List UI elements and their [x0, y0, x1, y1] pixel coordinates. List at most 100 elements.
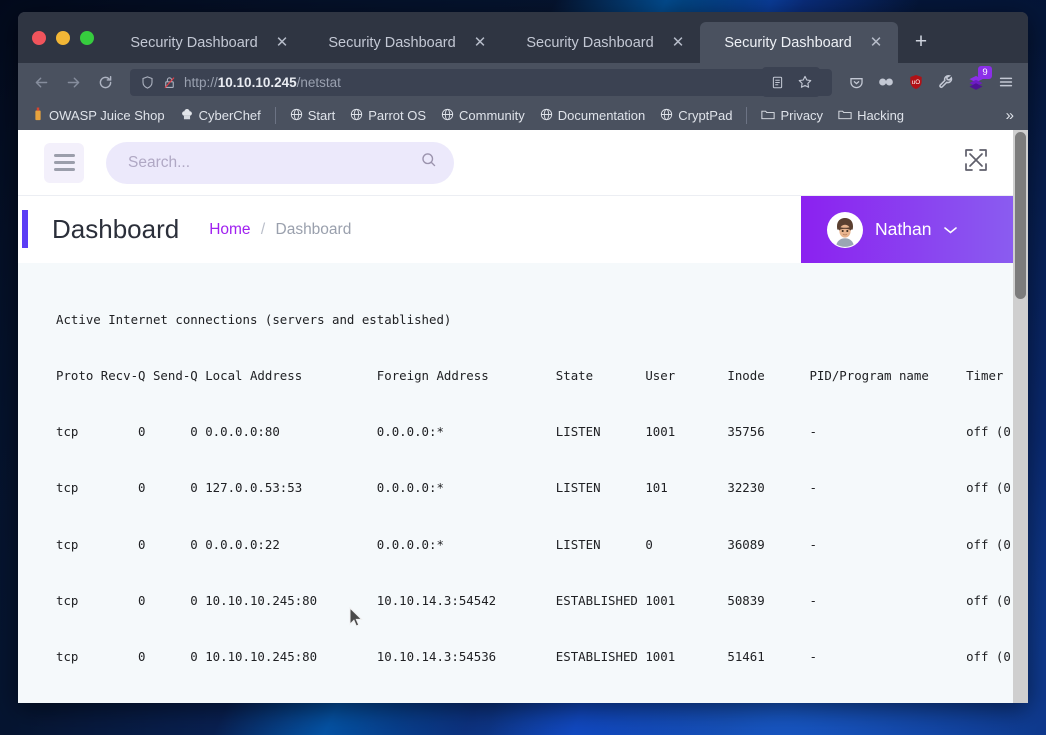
url-path: /netstat [296, 74, 341, 90]
tab-title: Security Dashboard [130, 34, 258, 51]
globe-icon [441, 108, 454, 124]
browser-window: Security Dashboard ✕ Security Dashboard … [18, 12, 1028, 703]
url-text: http://10.10.10.245/netstat [184, 75, 755, 90]
hamburger-menu-icon[interactable] [44, 142, 84, 183]
maximize-window-button[interactable] [80, 30, 94, 45]
scrollbar-thumb[interactable] [1015, 132, 1026, 299]
bookmark-cryptpad[interactable]: CryptPad [654, 105, 738, 127]
search-icon[interactable] [420, 151, 438, 174]
globe-icon [290, 108, 303, 124]
crossed-out-lock-icon[interactable] [162, 75, 177, 90]
user-menu[interactable]: Nathan [801, 196, 1013, 263]
infinity-icon[interactable] [872, 68, 900, 96]
reader-bookmark-group [762, 67, 820, 97]
new-tab-button[interactable]: + [906, 27, 936, 57]
bookmarks-overflow-icon[interactable]: » [1000, 107, 1020, 124]
bookmarks-bar: OWASP Juice Shop CyberChef Start Parrot … [18, 101, 1028, 130]
bookmark-owasp-juice-shop[interactable]: OWASP Juice Shop [26, 104, 171, 127]
bookmark-star-icon[interactable] [791, 68, 819, 96]
bookmark-label: Privacy [780, 108, 824, 123]
breadcrumb-left: Dashboard Home / Dashboard [18, 196, 801, 263]
tab-close-icon[interactable]: ✕ [272, 33, 292, 53]
browser-toolbar-icons: uO 9 [842, 66, 1020, 96]
tab-title: Security Dashboard [328, 34, 456, 51]
chevron-down-icon[interactable] [943, 222, 958, 238]
bookmark-start[interactable]: Start [284, 105, 341, 127]
ublock-origin-icon[interactable]: uO [902, 68, 930, 96]
pocket-icon[interactable] [842, 68, 870, 96]
extension-icon[interactable]: 9 [962, 66, 992, 96]
netstat-row: tcp 0 0 10.10.10.245:80 10.10.14.3:54542… [56, 592, 1013, 608]
tab-title: Security Dashboard [724, 34, 852, 51]
bookmark-folder-privacy[interactable]: Privacy [755, 105, 829, 127]
bookmark-folder-hacking[interactable]: Hacking [832, 105, 910, 127]
vertical-scrollbar[interactable] [1013, 130, 1028, 703]
close-window-button[interactable] [32, 30, 46, 45]
folder-icon [838, 108, 852, 124]
forward-arrow-icon[interactable] [58, 67, 88, 97]
user-name: Nathan [875, 219, 932, 239]
bookmark-label: CyberChef [198, 108, 261, 123]
globe-icon [350, 108, 363, 124]
browser-tab-1[interactable]: Security Dashboard ✕ [106, 22, 304, 63]
tab-close-icon[interactable]: ✕ [668, 33, 688, 53]
netstat-row: tcp 0 0 0.0.0.0:80 0.0.0.0:* LISTEN 1001… [56, 424, 1013, 439]
page-viewport: Search... Dashboard Home / Dashboard Nat… [18, 130, 1028, 703]
reader-mode-icon[interactable] [763, 68, 791, 96]
bookmark-label: CryptPad [678, 108, 733, 123]
bookmark-label: Hacking [857, 108, 905, 123]
bookmark-label: Parrot OS [368, 108, 427, 123]
svg-text:uO: uO [912, 79, 921, 86]
browser-tab-2[interactable]: Security Dashboard ✕ [304, 22, 502, 63]
netstat-row: tcp 0 0 127.0.0.53:53 0.0.0.0:* LISTEN 1… [56, 480, 1013, 496]
back-arrow-icon[interactable] [26, 67, 56, 97]
netstat-header-row: Proto Recv-Q Send-Q Local Address Foreig… [56, 367, 1004, 383]
navigation-toolbar: http://10.10.10.245/netstat uO 9 [18, 63, 1028, 101]
juice-icon [32, 107, 44, 124]
breadcrumb-bar: Dashboard Home / Dashboard Nathan [18, 196, 1013, 263]
accent-strip [22, 210, 28, 248]
bookmark-label: OWASP Juice Shop [49, 108, 165, 123]
tab-close-icon[interactable]: ✕ [470, 33, 490, 53]
extension-badge-count: 9 [978, 66, 992, 79]
browser-tab-4-active[interactable]: Security Dashboard ✕ [700, 22, 898, 63]
breadcrumb: Home / Dashboard [209, 221, 351, 239]
minimize-window-button[interactable] [56, 30, 70, 45]
bookmark-label: Start [307, 108, 336, 123]
wrench-icon[interactable] [932, 68, 960, 96]
app-top-bar: Search... [18, 130, 1013, 195]
shield-icon[interactable] [140, 75, 155, 90]
browser-tab-3[interactable]: Security Dashboard ✕ [502, 22, 700, 63]
fullscreen-expand-icon[interactable] [963, 147, 989, 178]
url-host: 10.10.10.245 [217, 74, 297, 90]
folder-icon [761, 108, 776, 124]
tab-close-icon[interactable]: ✕ [866, 33, 886, 53]
globe-icon [540, 108, 553, 124]
bookmark-documentation[interactable]: Documentation [534, 105, 651, 127]
bookmark-community[interactable]: Community [435, 105, 531, 127]
search-input[interactable]: Search... [106, 141, 454, 184]
avatar [827, 211, 863, 248]
url-scheme: http:// [184, 74, 218, 90]
app-menu-icon[interactable] [992, 68, 1020, 96]
netstat-line: Active Internet connections (servers and… [56, 311, 452, 327]
tab-list: Security Dashboard ✕ Security Dashboard … [106, 12, 936, 63]
bookmark-label: Documentation [557, 108, 646, 123]
search-placeholder: Search... [128, 153, 191, 171]
bookmark-cyberchef[interactable]: CyberChef [174, 104, 267, 127]
dashboard-page: Search... Dashboard Home / Dashboard Nat… [18, 130, 1013, 703]
bookmark-separator [746, 107, 748, 124]
tab-strip: Security Dashboard ✕ Security Dashboard … [18, 12, 1028, 63]
bookmark-parrot-os[interactable]: Parrot OS [344, 105, 432, 127]
netstat-output: Active Internet connections (servers and… [18, 263, 1013, 703]
globe-icon [660, 108, 673, 124]
netstat-row: tcp 0 0 0.0.0.0:22 0.0.0.0:* LISTEN 0 36… [56, 536, 1013, 552]
breadcrumb-separator: / [260, 220, 266, 238]
bookmark-label: Community [459, 108, 525, 123]
tab-title: Security Dashboard [526, 34, 654, 51]
page-title: Dashboard [52, 214, 180, 244]
reload-icon[interactable] [90, 67, 120, 97]
breadcrumb-current: Dashboard [275, 220, 352, 238]
breadcrumb-home-link[interactable]: Home [209, 221, 250, 238]
url-bar[interactable]: http://10.10.10.245/netstat [130, 67, 832, 97]
